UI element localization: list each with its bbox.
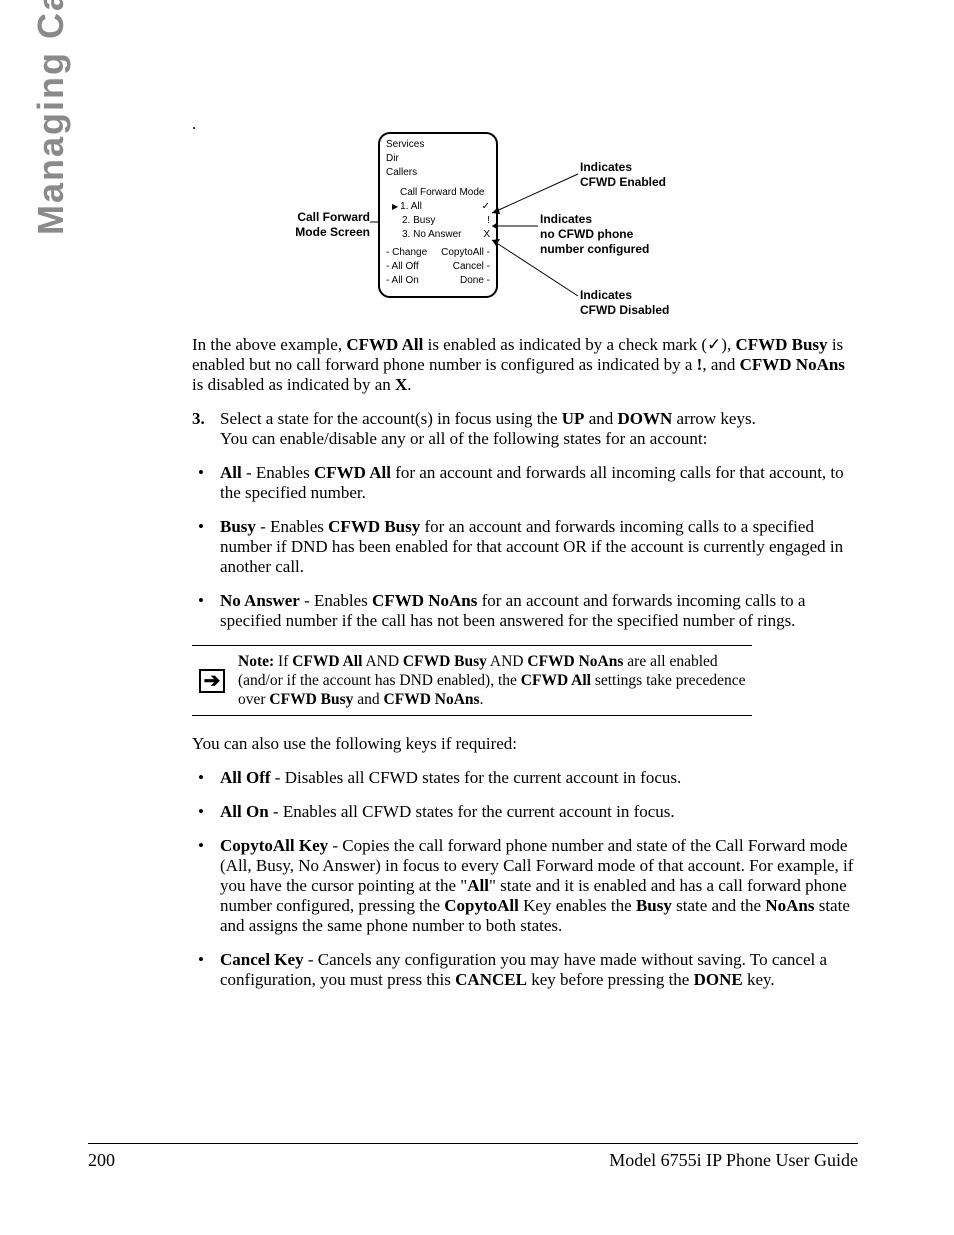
screen-heading: Call Forward Mode: [386, 186, 490, 200]
section-side-title: Managing Calls: [30, 0, 72, 235]
paragraph: In the above example, CFWD All is enable…: [192, 335, 857, 395]
state-list: All - Enables CFWD All for an account an…: [192, 463, 857, 631]
screen-line: Services: [386, 138, 490, 152]
paragraph: You can also use the following keys if r…: [192, 734, 857, 754]
diagram-label-enabled: Indicates CFWD Enabled: [580, 160, 720, 190]
screen-softkeys: - All OnDone -: [386, 274, 490, 288]
screen-line: Callers: [386, 166, 490, 180]
list-item: All Off - Disables all CFWD states for t…: [192, 768, 857, 788]
arrow-right-icon: ➔: [199, 669, 225, 693]
list-item: No Answer - Enables CFWD NoAns for an ac…: [192, 591, 857, 631]
screen-option: 2. Busy !: [386, 214, 490, 228]
cfwd-mode-diagram: Call Forward Mode Screen Services Dir Ca…: [260, 126, 720, 316]
body-content: In the above example, CFWD All is enable…: [192, 335, 857, 1004]
screen-softkeys: - All OffCancel -: [386, 260, 490, 274]
step-body: Select a state for the account(s) in foc…: [220, 409, 857, 449]
screen-option: 3. No Answer X: [386, 228, 490, 242]
note-text: Note: If CFWD All AND CFWD Busy AND CFWD…: [232, 652, 752, 709]
top-marker: .: [192, 114, 196, 134]
list-item: All - Enables CFWD All for an account an…: [192, 463, 857, 503]
page-number: 200: [88, 1150, 115, 1171]
check-icon: ✓: [707, 335, 721, 354]
page-footer: 200 Model 6755i IP Phone User Guide: [88, 1143, 858, 1171]
screen-softkeys: - ChangeCopytoAll -: [386, 246, 490, 260]
diagram-label-no-number: Indicates no CFWD phone number configure…: [540, 212, 710, 257]
list-item: All On - Enables all CFWD states for the…: [192, 802, 857, 822]
list-item: Cancel Key - Cancels any configuration y…: [192, 950, 857, 990]
screen-line: Dir: [386, 152, 490, 166]
diagram-label-disabled: Indicates CFWD Disabled: [580, 288, 720, 318]
guide-title: Model 6755i IP Phone User Guide: [609, 1150, 858, 1171]
note-box: ➔ Note: If CFWD All AND CFWD Busy AND CF…: [192, 645, 752, 716]
diagram-label-left: Call Forward Mode Screen: [260, 210, 370, 240]
step-3: 3. Select a state for the account(s) in …: [192, 409, 857, 449]
phone-screen-mock: Services Dir Callers Call Forward Mode 1…: [378, 132, 498, 298]
screen-option: 1. All ✓: [386, 200, 490, 214]
key-list: All Off - Disables all CFWD states for t…: [192, 768, 857, 990]
step-number: 3.: [192, 409, 220, 449]
list-item: Busy - Enables CFWD Busy for an account …: [192, 517, 857, 577]
list-item: CopytoAll Key - Copies the call forward …: [192, 836, 857, 936]
